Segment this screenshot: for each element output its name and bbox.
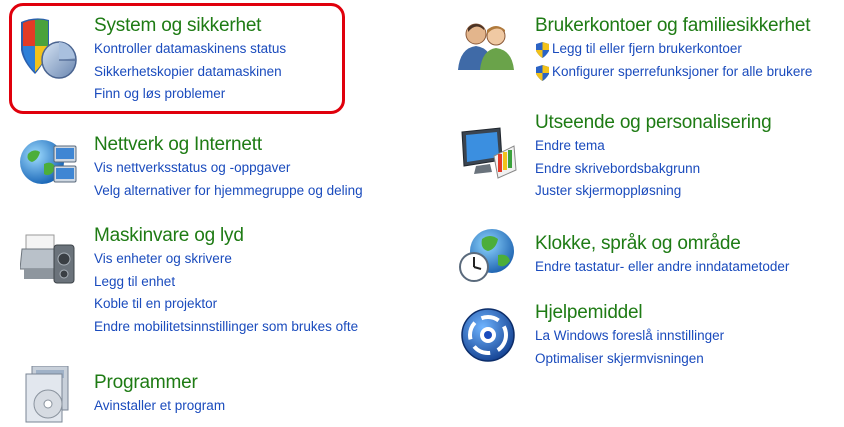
link-mobility-settings[interactable]: Endre mobilitetsinnstillinger som brukes… [94,316,358,339]
link-let-windows-suggest[interactable]: La Windows foreslå innstillinger [535,325,724,348]
link-adjust-resolution[interactable]: Juster skjermoppløsning [535,180,771,203]
globe-clock-icon[interactable] [458,227,518,283]
programs-disc-icon[interactable] [22,366,74,426]
link-add-remove-accounts[interactable]: Legg til eller fjern brukerkontoer [535,38,812,61]
category-ease-of-access: Hjelpemiddel La Windows foreslå innstill… [440,295,844,385]
link-connect-projector[interactable]: Koble til en projektor [94,293,358,316]
link-parental-controls-label: Konfigurer sperrefunksjoner for alle bru… [552,63,813,79]
category-title-programs[interactable]: Programmer [94,371,225,395]
link-homegroup-sharing[interactable]: Velg alternativer for hjemmegruppe og de… [94,180,363,203]
link-add-device[interactable]: Legg til enhet [94,271,358,294]
category-title-hardware-sound[interactable]: Maskinvare og lyd [94,224,358,248]
category-title-clock-region[interactable]: Klokke, språk og område [535,232,789,256]
network-globe-icon[interactable] [18,136,80,190]
highlight-box [9,3,345,114]
link-change-keyboards[interactable]: Endre tastatur- eller andre inndatametod… [535,256,789,279]
category-programs: Programmer Avinstaller et program [0,360,420,427]
category-title-network-internet[interactable]: Nettverk og Internett [94,133,363,157]
users-icon[interactable] [456,18,516,72]
link-add-remove-accounts-label: Legg til eller fjern brukerkontoer [552,41,742,56]
category-user-accounts: Brukerkontoer og familiesikkerhet Legg t… [440,0,844,110]
ease-of-access-icon[interactable] [460,307,516,363]
category-network-internet: Nettverk og Internett Vis nettverksstatu… [0,120,420,210]
category-appearance: Utseende og personalisering Endre tema E… [440,110,844,215]
category-title-appearance[interactable]: Utseende og personalisering [535,111,772,135]
category-hardware-sound: Maskinvare og lyd Vis enheter og skriver… [0,215,420,350]
category-title-user-accounts[interactable]: Brukerkontoer og familiesikkerhet [535,14,812,38]
printer-speaker-icon[interactable] [20,231,78,289]
link-view-devices-printers[interactable]: Vis enheter og skrivere [94,248,358,271]
link-view-network-status[interactable]: Vis nettverksstatus og -oppgaver [94,157,363,180]
category-title-ease-of-access[interactable]: Hjelpemiddel [535,301,724,325]
link-change-theme[interactable]: Endre tema [535,135,771,158]
category-clock-region: Klokke, språk og område Endre tastatur- … [440,215,844,295]
link-parental-controls[interactable]: Konfigurer sperrefunksjoner for alle bru… [535,61,812,84]
monitor-palette-icon[interactable] [458,126,518,180]
uac-shield-icon [536,64,549,81]
link-change-desktop-background[interactable]: Endre skrivebordsbakgrunn [535,158,771,181]
uac-shield-icon [536,42,549,58]
link-optimize-display[interactable]: Optimaliser skjermvisningen [535,348,724,371]
link-uninstall-program[interactable]: Avinstaller et program [94,395,225,418]
